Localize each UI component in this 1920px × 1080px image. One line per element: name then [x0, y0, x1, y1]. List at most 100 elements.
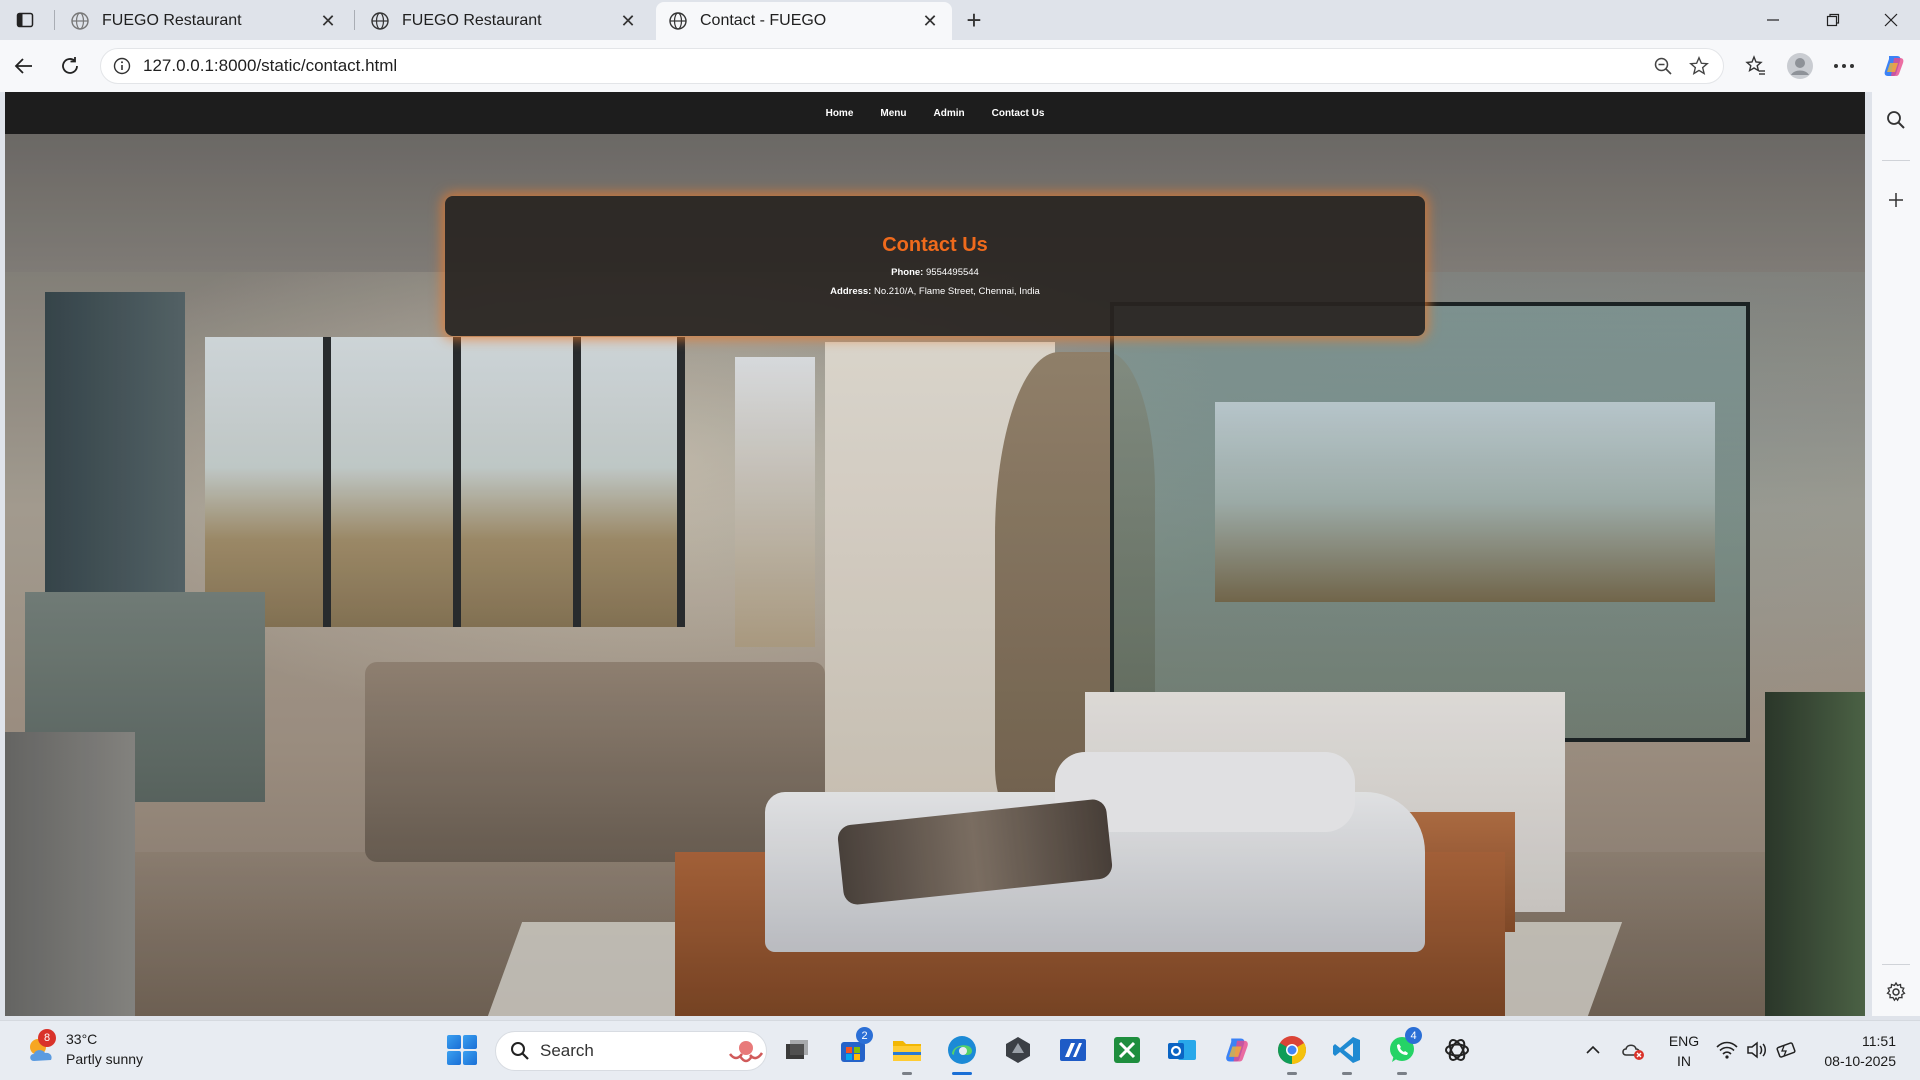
settings-icon[interactable] — [1878, 974, 1914, 1010]
clock-time: 11:51 — [1862, 1033, 1896, 1049]
refresh-icon[interactable] — [54, 50, 86, 82]
address-bar[interactable]: 127.0.0.1:8000/static/contact.html — [100, 48, 1724, 84]
language-line2: IN — [1677, 1053, 1691, 1069]
tab-strip: FUEGO Restaurant ✕ FUEGO Restaurant ✕ Co… — [0, 0, 1920, 40]
tab-fuego-1[interactable]: FUEGO Restaurant ✕ — [58, 2, 350, 40]
close-icon[interactable]: ✕ — [616, 9, 640, 33]
phone-value: 9554495544 — [926, 267, 979, 278]
url-text[interactable]: 127.0.0.1:8000/static/contact.html — [143, 56, 1645, 76]
phone-label: Phone: — [891, 267, 924, 278]
tab-title: FUEGO Restaurant — [102, 12, 242, 29]
zoom-out-icon[interactable] — [1645, 48, 1681, 84]
copilot-icon[interactable] — [1220, 1033, 1254, 1067]
edge-sidebar — [1872, 92, 1920, 1016]
tab-fuego-2[interactable]: FUEGO Restaurant ✕ — [358, 2, 650, 40]
running-indicator — [1397, 1072, 1407, 1075]
nav-link-menu[interactable]: Menu — [880, 104, 906, 123]
store-badge: 2 — [856, 1027, 873, 1044]
edge-browser-icon[interactable] — [945, 1033, 979, 1075]
chrome-icon[interactable] — [1275, 1033, 1309, 1075]
weather-temp: 33°C — [66, 1031, 98, 1047]
search-icon[interactable] — [1878, 102, 1914, 138]
weather-condition: Partly sunny — [66, 1051, 144, 1067]
contact-title: Contact Us — [882, 234, 988, 256]
tab-separator — [54, 10, 55, 30]
tab-actions-icon[interactable] — [10, 8, 40, 32]
vpn-app-icon[interactable] — [1001, 1033, 1035, 1067]
copilot-icon[interactable] — [1876, 50, 1912, 82]
system-clock[interactable]: 11:51 08-10-2025 — [1818, 1031, 1896, 1071]
file-explorer-icon[interactable] — [890, 1033, 924, 1075]
background-photo-view — [1215, 402, 1715, 602]
language-line1: ENG — [1668, 1033, 1700, 1049]
star-icon[interactable] — [1681, 48, 1717, 84]
background-photo-window — [735, 357, 815, 647]
globe-icon — [669, 12, 687, 30]
running-indicator — [1287, 1072, 1297, 1075]
tab-title: Contact - FUEGO — [700, 12, 827, 29]
whatsapp-badge: 4 — [1405, 1027, 1422, 1044]
favorites-icon[interactable] — [1738, 50, 1774, 82]
plus-icon[interactable]: + — [960, 5, 988, 35]
outlook-icon[interactable] — [1165, 1033, 1199, 1067]
windows-start-icon[interactable] — [447, 1035, 477, 1065]
close-window-icon[interactable] — [1862, 0, 1920, 40]
nav-link-home[interactable]: Home — [826, 104, 854, 123]
search-label: Search — [540, 1041, 594, 1060]
minimize-icon[interactable] — [1744, 0, 1802, 40]
task-view-icon[interactable] — [779, 1033, 813, 1067]
nav-link-admin[interactable]: Admin — [934, 104, 965, 123]
battery-icon[interactable] — [1770, 1033, 1804, 1067]
whatsapp-icon[interactable]: 4 — [1385, 1027, 1422, 1075]
sidebar-separator — [1882, 964, 1910, 965]
chevron-up-icon[interactable] — [1576, 1033, 1610, 1067]
volume-icon[interactable] — [1740, 1033, 1774, 1067]
window-frame — [677, 337, 685, 627]
tab-title: FUEGO Restaurant — [402, 12, 542, 29]
search-highlight-icon — [729, 1041, 764, 1063]
running-indicator — [902, 1072, 912, 1075]
onedrive-icon[interactable] — [1616, 1033, 1650, 1067]
language-indicator[interactable]: ENG IN — [1666, 1031, 1702, 1071]
close-icon[interactable]: ✕ — [316, 9, 340, 33]
weather-badge: 8 — [38, 1029, 56, 1047]
window-frame — [453, 337, 461, 627]
contact-phone: Phone: 9554495544 — [445, 267, 1425, 278]
microsoft-store-icon[interactable]: 2 — [836, 1027, 873, 1067]
restore-icon[interactable] — [1804, 0, 1862, 40]
tab-contact-fuego[interactable]: Contact - FUEGO ✕ — [656, 2, 952, 40]
info-icon[interactable] — [113, 57, 131, 75]
globe-icon — [371, 12, 389, 30]
xbox-icon[interactable] — [1110, 1033, 1144, 1067]
address-value: No.210/A, Flame Street, Chennai, India — [874, 286, 1040, 297]
nav-link-contact-us[interactable]: Contact Us — [992, 104, 1045, 123]
close-icon[interactable]: ✕ — [918, 9, 942, 33]
browser-toolbar: 127.0.0.1:8000/static/contact.html — [0, 40, 1920, 92]
taskbar: 8 33°C Partly sunny Search 2 4 ENG IN 11… — [0, 1020, 1920, 1080]
globe-icon — [71, 12, 89, 30]
graphics-app-icon[interactable] — [1056, 1033, 1090, 1067]
clock-date: 08-10-2025 — [1824, 1053, 1896, 1069]
more-icon[interactable] — [1826, 50, 1862, 82]
chatgpt-icon[interactable] — [1440, 1033, 1474, 1067]
contact-address: Address: No.210/A, Flame Street, Chennai… — [445, 286, 1425, 297]
back-arrow-icon[interactable] — [8, 50, 40, 82]
vscode-icon[interactable] — [1330, 1033, 1364, 1075]
profile-icon[interactable] — [1782, 50, 1818, 82]
sidebar-separator — [1882, 160, 1910, 161]
search-icon — [511, 1042, 529, 1060]
page-viewport: Home Menu Admin Contact Us Contact Us Ph… — [5, 92, 1865, 1016]
partly-sunny-icon: 8 — [24, 1029, 60, 1067]
active-indicator — [952, 1072, 972, 1075]
wifi-icon[interactable] — [1710, 1033, 1744, 1067]
background-photo-plant — [1765, 692, 1865, 1016]
contact-card: Contact Us Phone: 9554495544 Address: No… — [445, 196, 1425, 336]
taskbar-search[interactable]: Search — [495, 1031, 767, 1071]
tab-separator — [354, 10, 355, 30]
window-frame — [573, 337, 581, 627]
background-photo-window — [205, 337, 685, 627]
background-photo-sofa — [365, 662, 825, 862]
running-indicator — [1342, 1072, 1352, 1075]
weather-widget[interactable]: 8 33°C Partly sunny — [24, 1029, 143, 1069]
plus-icon[interactable] — [1878, 182, 1914, 218]
